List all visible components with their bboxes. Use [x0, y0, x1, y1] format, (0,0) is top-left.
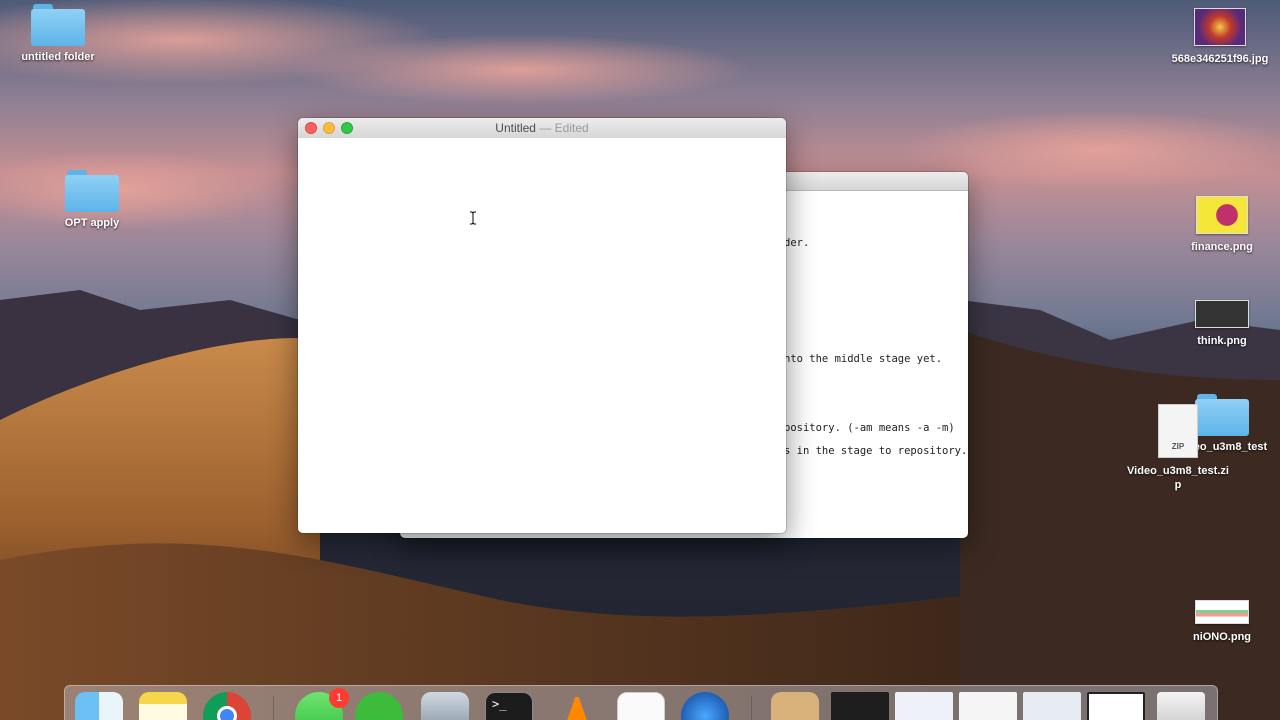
desktop-icon-label: OPT apply [64, 217, 120, 229]
desktop-icon-label: niONO.png [1192, 631, 1252, 643]
window-title: Untitled — Edited [298, 121, 786, 135]
image-thumbnail-icon [1195, 600, 1249, 624]
image-thumbnail-icon [1195, 300, 1249, 328]
folder-icon [31, 4, 85, 46]
desktop-icon-finance-png[interactable]: finance.png [1162, 196, 1280, 254]
textedit-window[interactable]: Untitled — Edited [298, 118, 786, 533]
finder-icon[interactable] [75, 692, 123, 720]
desktop-icon-label: 568e346251f96.jpg [1171, 53, 1269, 65]
preview-icon[interactable] [421, 692, 469, 720]
desktop-icon-opt-apply[interactable]: OPT apply [32, 170, 152, 230]
dock: 1 >_ [64, 685, 1218, 720]
window-thumbnail-icon[interactable] [1023, 692, 1081, 720]
messages-icon[interactable]: 1 [295, 688, 349, 720]
image-thumbnail-icon [1196, 196, 1248, 234]
text-cursor-icon [470, 211, 476, 225]
document-text-area[interactable] [298, 138, 786, 533]
document-name: Untitled [495, 121, 536, 135]
image-thumbnail-icon [1194, 8, 1246, 46]
edited-status: Edited [554, 121, 589, 135]
window-thumbnail-icon[interactable] [1087, 692, 1145, 720]
zip-file-icon: ZIP [1158, 404, 1198, 458]
terminal-output-line: s in the stage to repository. [784, 445, 968, 457]
trash-icon[interactable] [1157, 692, 1205, 720]
terminal-prompt: >_ [492, 697, 507, 711]
downloads-stack-icon[interactable] [771, 692, 819, 720]
wechat-icon[interactable] [355, 692, 403, 720]
terminal-output-line: pository. (-am means -a -m) [784, 422, 955, 434]
desktop-icon-think-png[interactable]: think.png [1162, 300, 1280, 348]
desktop-icon-image-jpg[interactable]: 568e346251f96.jpg [1160, 8, 1280, 66]
title-separator: — [535, 121, 555, 135]
desktop-icon-video-zip[interactable]: ZIP Video_u3m8_test.zip [1118, 404, 1238, 492]
desktop-icon-label: think.png [1197, 335, 1247, 347]
desktop-icon-label: Video_u3m8_test.zip [1127, 465, 1229, 491]
vlc-icon[interactable] [560, 692, 594, 720]
window-thumbnail-icon[interactable] [831, 692, 889, 720]
desktop-icon-untitled-folder[interactable]: untitled folder [0, 4, 118, 64]
dock-separator [273, 696, 274, 720]
textedit-titlebar[interactable]: Untitled — Edited [298, 118, 786, 139]
window-thumbnail-icon[interactable] [959, 692, 1017, 720]
dock-separator [751, 696, 752, 720]
terminal-output-line: nto the middle stage yet. [784, 353, 943, 365]
safari-icon[interactable] [681, 692, 729, 720]
folder-icon [65, 170, 119, 212]
textedit-icon[interactable] [617, 692, 665, 720]
terminal-icon[interactable]: >_ [485, 692, 533, 720]
notification-badge: 1 [329, 688, 349, 708]
desktop-icon-label: untitled folder [21, 51, 95, 63]
notes-icon[interactable] [139, 692, 187, 720]
desktop-icon-label: finance.png [1191, 241, 1253, 253]
chrome-icon[interactable] [203, 692, 251, 720]
desktop-icon-niono-png[interactable]: niONO.png [1162, 600, 1280, 644]
terminal-output-line: der. [784, 237, 810, 249]
window-thumbnail-icon[interactable] [895, 692, 953, 720]
